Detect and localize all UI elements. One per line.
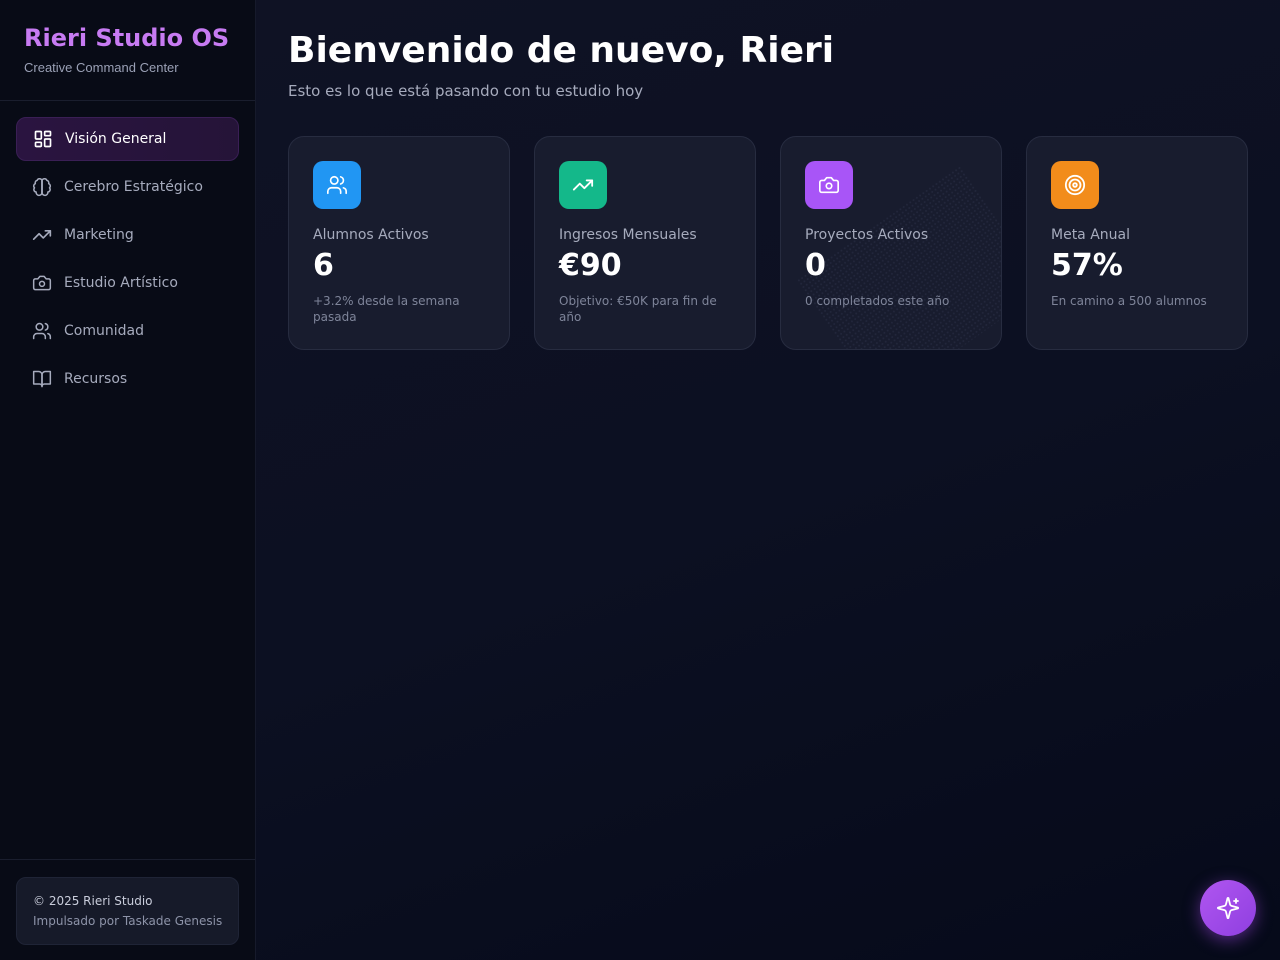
footer-card: © 2025 Rieri Studio Impulsado por Taskad… <box>16 877 239 945</box>
stat-label: Meta Anual <box>1051 227 1131 243</box>
sidebar: Rieri Studio OS Creative Command Center … <box>0 0 256 960</box>
stat-note: En camino a 500 alumnos <box>1051 294 1207 308</box>
book-open-icon <box>32 370 52 388</box>
stat-card-proyectos-activos: Proyectos Activos 0 0 completados este a… <box>780 136 1002 350</box>
page-title: Bienvenido de nuevo, Rieri <box>288 30 835 71</box>
sidebar-item-recursos[interactable]: Recursos <box>16 357 239 401</box>
sidebar-item-vision-general[interactable]: Visión General <box>16 117 239 161</box>
sidebar-item-label: Estudio Artístico <box>64 275 178 291</box>
sidebar-item-label: Cerebro Estratégico <box>64 179 203 195</box>
stat-note: 0 completados este año <box>805 294 950 308</box>
camera-icon <box>819 176 839 194</box>
brand: Rieri Studio OS Creative Command Center <box>0 0 255 101</box>
powered-by-text: Impulsado por Taskade Genesis <box>33 914 223 928</box>
sparkles-icon <box>1217 897 1239 919</box>
stat-icon-badge <box>313 161 361 209</box>
brand-title: Rieri Studio OS <box>24 24 230 52</box>
sidebar-item-marketing[interactable]: Marketing <box>16 213 239 257</box>
stats-grid: Alumnos Activos 6 +3.2% desde la semana … <box>288 136 1248 350</box>
brain-icon <box>33 178 51 197</box>
stat-value: €90 <box>559 248 622 283</box>
stat-card-meta-anual: Meta Anual 57% En camino a 500 alumnos <box>1026 136 1248 350</box>
stat-label: Proyectos Activos <box>805 227 929 243</box>
stat-note: +3.2% desde la semana pasada <box>313 294 460 324</box>
stat-label: Ingresos Mensuales <box>559 227 697 243</box>
stat-icon-badge <box>559 161 607 209</box>
stat-value: 6 <box>313 248 334 283</box>
page-subtitle: Esto es lo que está pasando con tu estud… <box>288 82 644 100</box>
copyright-text: © 2025 Rieri Studio <box>33 894 153 908</box>
sidebar-item-label: Comunidad <box>64 323 144 339</box>
sidebar-footer: © 2025 Rieri Studio Impulsado por Taskad… <box>0 859 255 960</box>
stat-label: Alumnos Activos <box>313 227 429 243</box>
stat-card-ingresos-mensuales: Ingresos Mensuales €90 Objetivo: €50K pa… <box>534 136 756 350</box>
main-content: Bienvenido de nuevo, Rieri Esto es lo qu… <box>256 0 1280 960</box>
sidebar-nav: Visión General Cerebro Estratégico Marke… <box>16 117 239 405</box>
sidebar-item-label: Marketing <box>64 227 134 243</box>
sidebar-item-comunidad[interactable]: Comunidad <box>16 309 239 353</box>
trending-up-icon <box>572 179 594 191</box>
users-icon <box>32 322 52 340</box>
sidebar-item-label: Recursos <box>64 371 128 387</box>
app-root: Rieri Studio OS Creative Command Center … <box>0 0 1280 960</box>
stat-icon-badge <box>1051 161 1099 209</box>
brand-subtitle: Creative Command Center <box>24 60 179 75</box>
stat-value: 57% <box>1051 248 1123 283</box>
sidebar-item-estudio-artistico[interactable]: Estudio Artístico <box>16 261 239 305</box>
stat-note: Objetivo: €50K para fin de año <box>559 294 717 324</box>
camera-icon <box>32 275 52 291</box>
users-icon <box>327 175 347 195</box>
sidebar-item-label: Visión General <box>65 131 167 147</box>
target-icon <box>1064 174 1086 196</box>
layout-dashboard-icon <box>34 130 52 148</box>
trending-up-icon <box>32 230 52 240</box>
stat-icon-badge <box>805 161 853 209</box>
ai-assistant-button[interactable] <box>1200 880 1256 936</box>
stat-value: 0 <box>805 248 826 283</box>
sidebar-item-cerebro-estrategico[interactable]: Cerebro Estratégico <box>16 165 239 209</box>
stat-card-alumnos-activos: Alumnos Activos 6 +3.2% desde la semana … <box>288 136 510 350</box>
